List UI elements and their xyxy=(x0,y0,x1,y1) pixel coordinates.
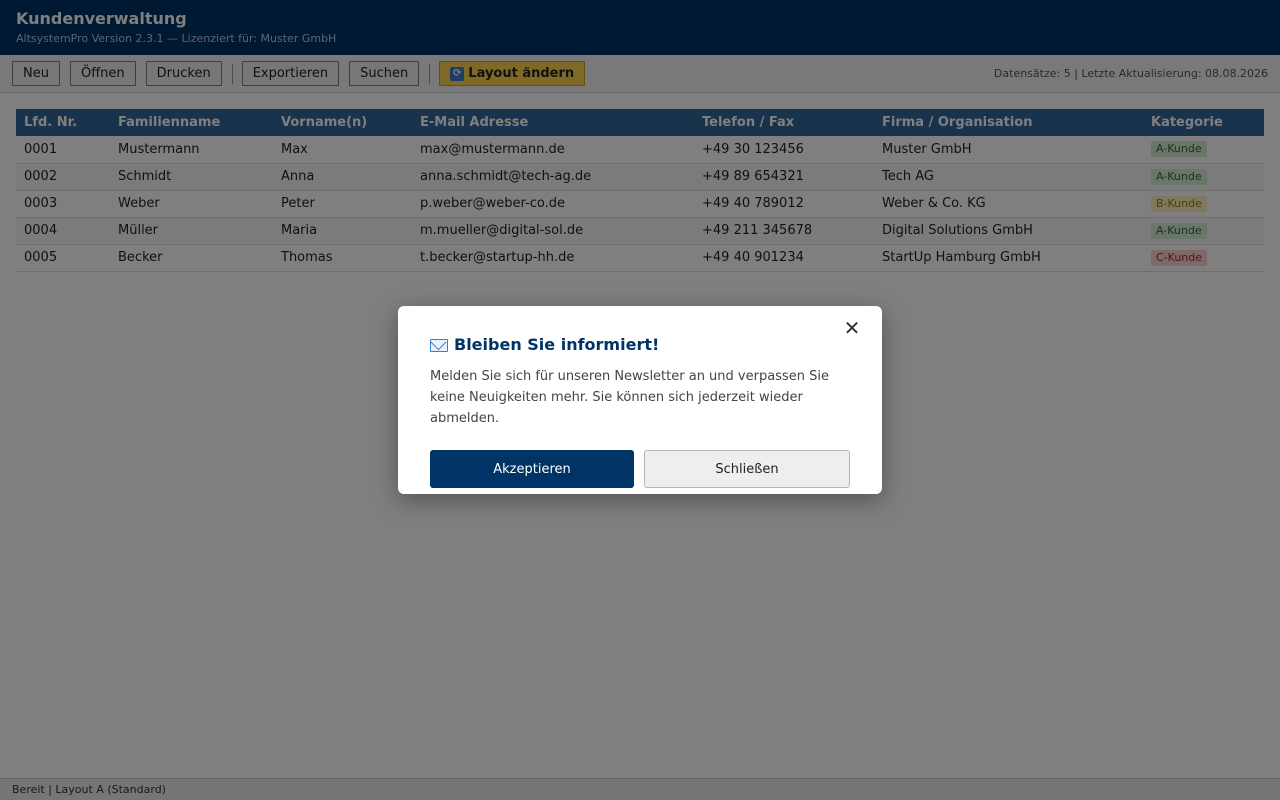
dialog-actions: Akzeptieren Schließen xyxy=(430,450,850,488)
dialog-title-text: Bleiben Sie informiert! xyxy=(454,335,660,354)
close-icon[interactable]: ✕ xyxy=(840,316,864,340)
close-button[interactable]: Schließen xyxy=(644,450,850,488)
dialog-message: Melden Sie sich für unseren Newsletter a… xyxy=(430,369,829,426)
newsletter-dialog: ✕ Bleiben Sie informiert! Melden Sie sic… xyxy=(398,306,882,494)
mail-icon xyxy=(430,338,448,352)
dialog-title: Bleiben Sie informiert! xyxy=(430,334,850,356)
accept-button[interactable]: Akzeptieren xyxy=(430,450,634,488)
